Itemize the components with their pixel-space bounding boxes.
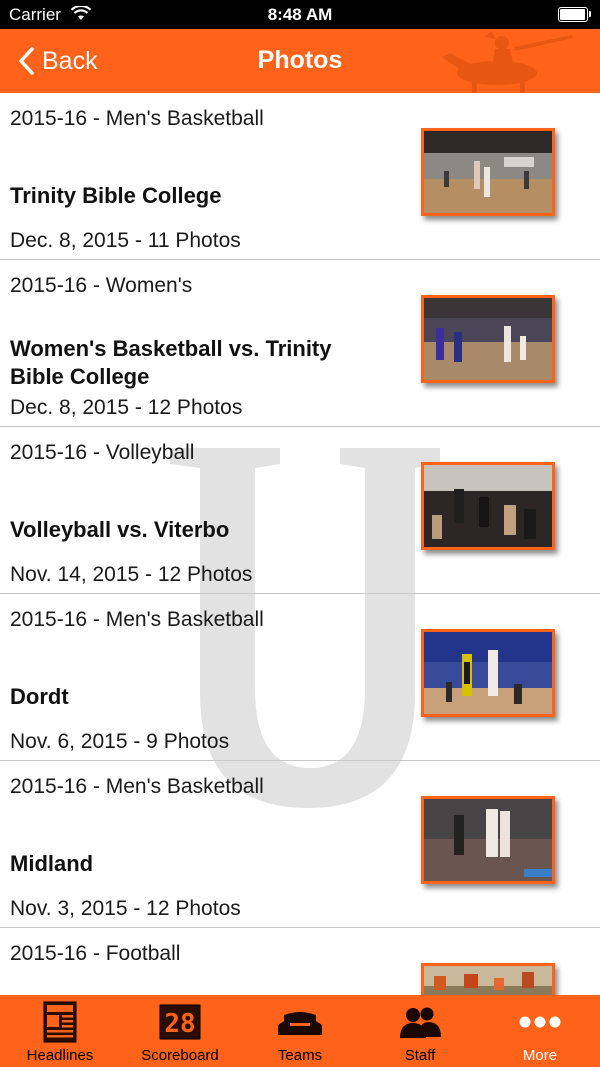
- photo-gallery-item[interactable]: 2015-16 - Football: [0, 928, 600, 995]
- item-date-count: Dec. 8, 2015 - 11 Photos: [10, 229, 241, 252]
- item-category: 2015-16 - Volleyball: [10, 441, 195, 464]
- item-title: Women's Basketball vs. Trinity Bible Col…: [10, 336, 332, 389]
- photo-gallery-item[interactable]: 2015-16 - Men's Basketball Trinity Bible…: [0, 93, 600, 260]
- item-category: 2015-16 - Football: [10, 942, 181, 965]
- gallery-thumbnail[interactable]: [421, 796, 555, 884]
- tab-label: Scoreboard: [141, 1047, 219, 1064]
- scoreboard-icon: 28: [159, 1004, 201, 1040]
- item-title: Volleyball vs. Viterbo: [10, 517, 230, 542]
- item-category: 2015-16 - Men's Basketball: [10, 107, 264, 130]
- battery-icon: [558, 7, 592, 22]
- item-date-count: Nov. 14, 2015 - 12 Photos: [10, 563, 253, 586]
- item-title: [10, 988, 390, 995]
- photo-gallery-item[interactable]: 2015-16 - Men's Basketball Dordt Nov. 6,…: [0, 594, 600, 761]
- gallery-thumbnail[interactable]: [421, 963, 555, 995]
- tab-teams[interactable]: Teams: [240, 995, 360, 1067]
- gallery-thumbnail[interactable]: [421, 462, 555, 550]
- item-category: 2015-16 - Men's Basketball: [10, 775, 264, 798]
- item-date-count: Nov. 6, 2015 - 9 Photos: [10, 730, 230, 753]
- item-category: 2015-16 - Women's: [10, 274, 193, 297]
- back-label: Back: [42, 46, 98, 75]
- svg-text:28: 28: [164, 1009, 195, 1039]
- stadium-icon: [278, 1012, 322, 1035]
- tab-label: Staff: [404, 1047, 436, 1064]
- item-date-count: Nov. 3, 2015 - 12 Photos: [10, 897, 241, 920]
- item-title: Midland: [10, 851, 94, 876]
- gallery-thumbnail[interactable]: [421, 295, 555, 383]
- tab-label: Teams: [277, 1047, 323, 1064]
- tab-bar: Headlines 28 Scoreboard Teams Staff More: [0, 995, 600, 1067]
- item-date-count: Dec. 8, 2015 - 12 Photos: [10, 396, 243, 419]
- item-title: Dordt: [10, 684, 69, 709]
- photo-gallery-item[interactable]: 2015-16 - Volleyball Volleyball vs. Vite…: [0, 427, 600, 594]
- more-dots-icon: [519, 1016, 561, 1028]
- photo-gallery-item[interactable]: 2015-16 - Men's Basketball Midland Nov. …: [0, 761, 600, 928]
- item-category: 2015-16 - Men's Basketball: [10, 608, 264, 631]
- chevron-left-icon: [19, 47, 34, 75]
- tab-staff[interactable]: Staff: [360, 995, 480, 1067]
- back-button[interactable]: Back: [18, 43, 98, 79]
- photo-gallery-item[interactable]: 2015-16 - Women's Women's Basketball vs.…: [0, 260, 600, 427]
- mascot-logo-icon: [442, 31, 573, 93]
- photo-gallery-list[interactable]: 2015-16 - Men's Basketball Trinity Bible…: [0, 93, 600, 995]
- clock: 8:48 AM: [267, 5, 333, 24]
- tab-label: More: [522, 1047, 558, 1064]
- gallery-thumbnail[interactable]: [421, 128, 555, 216]
- gallery-thumbnail[interactable]: [421, 629, 555, 717]
- navigation-bar: Back Photos: [0, 29, 600, 93]
- tab-scoreboard[interactable]: 28 Scoreboard: [120, 995, 240, 1067]
- people-icon: [400, 1007, 441, 1038]
- status-bar: Carrier 8:48 AM: [0, 0, 600, 29]
- newspaper-icon: [43, 1001, 77, 1043]
- tab-label: Headlines: [26, 1047, 94, 1064]
- tab-more[interactable]: More: [480, 995, 600, 1067]
- tab-headlines[interactable]: Headlines: [0, 995, 120, 1067]
- item-title: Trinity Bible College: [10, 183, 222, 208]
